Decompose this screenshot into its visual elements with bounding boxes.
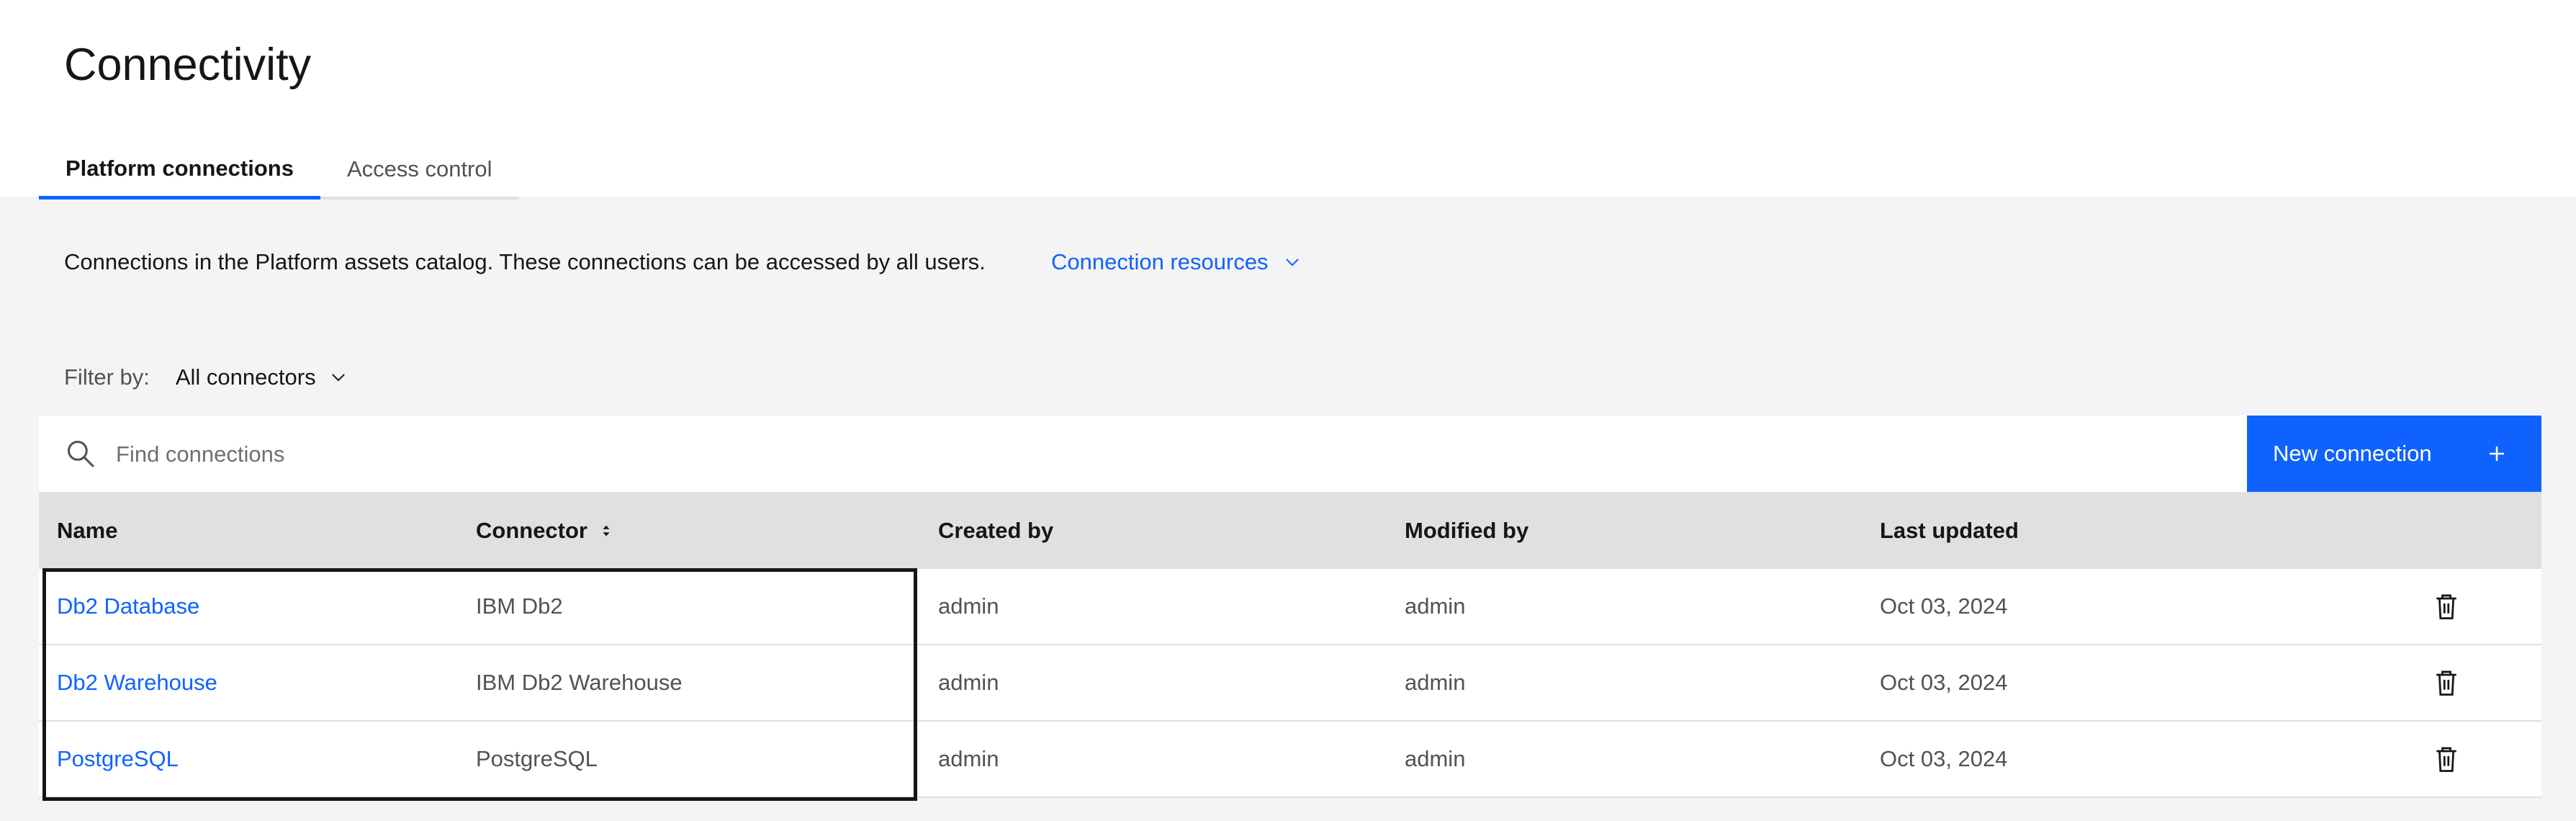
search-input[interactable] [114,429,2205,480]
table-toolbar [39,416,2541,492]
trash-icon[interactable] [2431,743,2462,775]
tab-platform-connections[interactable]: Platform connections [39,141,320,199]
tab-list: Platform connections Access control [39,141,519,199]
page-header: Connectivity Platform connections Access… [0,0,2576,199]
created-by-cell: admin [938,746,999,771]
sort-icon[interactable] [598,522,615,539]
tab-access-control[interactable]: Access control [320,141,519,197]
last-updated-cell: Oct 03, 2024 [1880,746,2008,771]
table-row: Db2 Database IBM Db2 admin admin Oct 03,… [39,569,2541,645]
filter-dropdown-value[interactable]: All connectors [176,360,316,395]
connections-table: Name Connector Created by Modified by La… [39,492,2541,798]
last-updated-cell: Oct 03, 2024 [1880,593,2008,619]
column-header-name: Name [57,517,118,543]
modified-by-cell: admin [1405,746,1466,771]
filter-bar: Filter by: All connectors [64,360,348,395]
trash-icon[interactable] [2431,591,2462,622]
connector-cell: PostgreSQL [476,746,598,771]
connection-resources-label: Connection resources [1051,249,1269,274]
column-header-last-updated: Last updated [1880,517,2019,543]
table-row: PostgreSQL PostgreSQL admin admin Oct 03… [39,722,2541,798]
connection-name-link[interactable]: PostgreSQL [57,722,179,797]
connector-cell: IBM Db2 Warehouse [476,670,683,695]
column-header-modified-by: Modified by [1405,517,1529,543]
table-row: Db2 Warehouse IBM Db2 Warehouse admin ad… [39,645,2541,722]
search-icon [67,440,94,467]
new-connection-label: New connection [2273,441,2432,466]
chevron-down-icon[interactable] [329,368,348,387]
created-by-cell: admin [938,670,999,695]
plus-icon [2490,447,2504,461]
column-header-connector[interactable]: Connector [476,492,615,569]
column-header-created-by: Created by [938,517,1054,543]
created-by-cell: admin [938,593,999,619]
connection-resources-link[interactable]: Connection resources [1051,245,1302,279]
page-title: Connectivity [64,40,312,90]
new-connection-button[interactable]: New connection [2247,416,2541,492]
description-text: Connections in the Platform assets catal… [64,249,986,274]
filter-label: Filter by: [64,364,150,390]
modified-by-cell: admin [1405,593,1466,619]
connection-name-link[interactable]: Db2 Database [57,569,199,644]
connector-cell: IBM Db2 [476,593,563,619]
column-header-connector-label: Connector [476,517,587,543]
last-updated-cell: Oct 03, 2024 [1880,670,2008,695]
modified-by-cell: admin [1405,670,1466,695]
chevron-down-icon [1285,259,1299,266]
trash-icon[interactable] [2431,667,2462,699]
connection-name-link[interactable]: Db2 Warehouse [57,645,217,720]
table-header: Name Connector Created by Modified by La… [39,492,2541,569]
